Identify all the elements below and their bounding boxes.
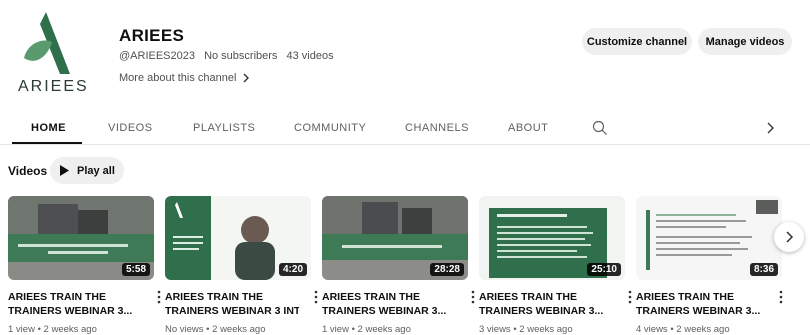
- more-about-channel-link[interactable]: More about this channel: [119, 72, 250, 84]
- video-duration: 25:10: [587, 263, 621, 276]
- video-title[interactable]: ARIEES TRAIN THE TRAINERS WEBINAR 3...: [636, 290, 770, 318]
- chevron-right-icon: [786, 231, 794, 243]
- section-title: Videos: [8, 164, 48, 178]
- active-tab-indicator: [12, 142, 82, 144]
- logo-wordmark: ARIEES: [18, 78, 89, 95]
- video-meta: 1 view • 2 weeks ago: [8, 324, 97, 335]
- play-icon: [60, 165, 69, 176]
- channel-tabs: HOME VIDEOS PLAYLISTS COMMUNITY CHANNELS…: [0, 106, 810, 145]
- video-title[interactable]: ARIEES TRAIN THE TRAINERS WEBINAR 3 INTR…: [165, 290, 299, 318]
- video-duration: 5:58: [121, 263, 150, 276]
- more-vert-icon[interactable]: [470, 290, 476, 304]
- customize-channel-button[interactable]: Customize channel: [582, 28, 692, 55]
- channel-name: ARIEES: [119, 26, 185, 45]
- channel-logo: ARIEES: [18, 12, 90, 96]
- more-vert-icon[interactable]: [313, 290, 319, 304]
- video-thumbnail[interactable]: 28:28: [322, 196, 468, 280]
- video-count: 43 videos: [286, 50, 334, 62]
- video-meta: No views • 2 weeks ago: [165, 324, 266, 335]
- tab-videos[interactable]: VIDEOS: [108, 122, 153, 134]
- video-duration: 4:20: [278, 263, 307, 276]
- video-title-line1: ARIEES TRAIN THE: [8, 291, 107, 303]
- video-title-line1: ARIEES TRAIN THE: [165, 291, 264, 303]
- video-title-line2: TRAINERS WEBINAR 3...: [322, 305, 447, 317]
- video-thumbnail[interactable]: 25:10: [479, 196, 625, 280]
- video-meta: 4 views • 2 weeks ago: [636, 324, 730, 335]
- video-meta: 1 view • 2 weeks ago: [322, 324, 411, 335]
- video-duration: 28:28: [430, 263, 464, 276]
- more-vert-icon[interactable]: [627, 290, 633, 304]
- video-title-line1: ARIEES TRAIN THE: [636, 291, 735, 303]
- tab-channels[interactable]: CHANNELS: [405, 122, 469, 134]
- play-all-label: Play all: [77, 164, 115, 177]
- more-about-label: More about this channel: [119, 72, 237, 84]
- tab-playlists[interactable]: PLAYLISTS: [193, 122, 255, 134]
- video-thumbnail[interactable]: 5:58: [8, 196, 154, 280]
- manage-videos-button[interactable]: Manage videos: [698, 28, 792, 55]
- video-thumbnail[interactable]: 4:20: [165, 196, 311, 280]
- video-title[interactable]: ARIEES TRAIN THE TRAINERS WEBINAR 3...: [322, 290, 456, 318]
- video-meta: 3 views • 2 weeks ago: [479, 324, 573, 335]
- video-title-line2: TRAINERS WEBINAR 3 INTR...: [165, 305, 299, 317]
- shelf-next-button[interactable]: [774, 222, 804, 252]
- tabs-scroll-right-icon[interactable]: [764, 121, 776, 135]
- video-title-line1: ARIEES TRAIN THE: [322, 291, 421, 303]
- play-all-button[interactable]: Play all: [50, 157, 124, 184]
- tab-home[interactable]: HOME: [31, 122, 66, 134]
- video-duration: 8:36: [749, 263, 778, 276]
- more-vert-icon[interactable]: [778, 290, 784, 304]
- subscriber-count: No subscribers: [204, 50, 278, 62]
- tab-about[interactable]: ABOUT: [508, 122, 548, 134]
- video-title-line1: ARIEES TRAIN THE: [479, 291, 578, 303]
- tab-community[interactable]: COMMUNITY: [294, 122, 366, 134]
- video-title-line2: TRAINERS WEBINAR 3...: [636, 305, 761, 317]
- video-title-line2: TRAINERS WEBINAR 3...: [8, 305, 133, 317]
- video-title-line2: TRAINERS WEBINAR 3...: [479, 305, 604, 317]
- more-vert-icon[interactable]: [156, 290, 162, 304]
- video-title[interactable]: ARIEES TRAIN THE TRAINERS WEBINAR 3...: [8, 290, 142, 318]
- channel-handle: @ARIEES2023: [119, 50, 195, 62]
- channel-meta: @ARIEES2023 No subscribers 43 videos: [119, 50, 340, 62]
- search-icon[interactable]: [592, 120, 608, 136]
- video-title[interactable]: ARIEES TRAIN THE TRAINERS WEBINAR 3...: [479, 290, 613, 318]
- video-thumbnail[interactable]: 8:36: [636, 196, 782, 280]
- chevron-right-icon: [243, 73, 250, 83]
